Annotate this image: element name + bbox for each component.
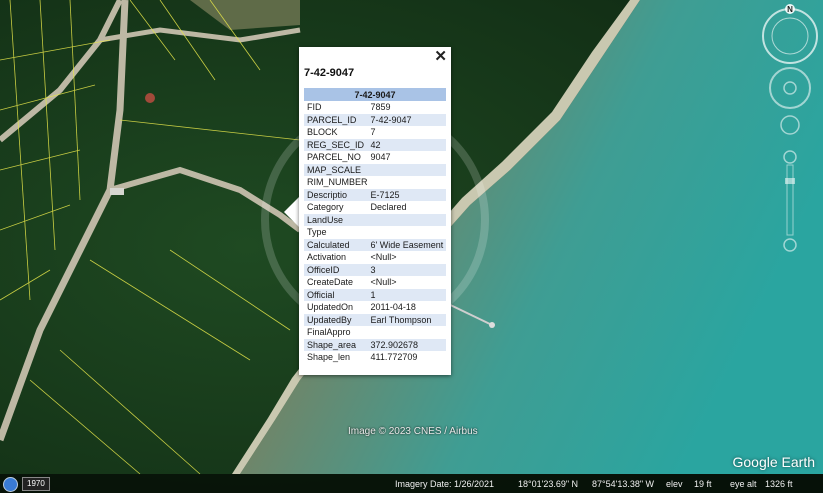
latitude-readout: 18°01'23.69" N (518, 479, 579, 489)
attr-value: 411.772709 (370, 352, 418, 363)
attr-value: <Null> (370, 252, 397, 263)
attr-value (367, 213, 446, 226)
attr-key: Official (304, 288, 368, 301)
attr-key: Shape_len (307, 352, 351, 363)
attr-value: 7859 (370, 102, 391, 113)
attr-key: CreateDate (307, 277, 354, 288)
attr-value: 1 (367, 288, 446, 301)
attr-key: PARCEL_ID (304, 113, 368, 126)
attr-value (367, 163, 446, 176)
parcel-info-popup: ✕ 7-42-9047 7-42-9047 FID 7859 PARCEL_ID 7… (299, 47, 451, 375)
attr-key: UpdatedOn (307, 302, 354, 313)
attr-key: Type (307, 227, 327, 238)
attr-key: OfficeID (304, 263, 368, 276)
elevation-value: 19 ft (694, 479, 712, 489)
attr-key: UpdatedBy (304, 313, 368, 326)
eye-altitude-value: 1326 ft (765, 479, 793, 489)
attr-value: 2011-04-18 (370, 302, 416, 313)
attr-value: 9047 (370, 152, 391, 163)
attr-value: Earl Thompson (367, 313, 446, 326)
attr-key: BLOCK (307, 127, 338, 138)
attr-key: Category (307, 202, 344, 213)
historical-year-label[interactable]: 1970 (22, 477, 50, 491)
historical-imagery-icon[interactable] (3, 477, 18, 492)
attr-key: Shape_area (304, 338, 368, 351)
google-earth-logo: Google Earth (732, 454, 816, 470)
attr-value: E-7125 (367, 188, 446, 201)
attr-value: 7-42-9047 (367, 113, 446, 126)
attr-value: 372.902678 (367, 338, 446, 351)
attr-key: LandUse (304, 213, 368, 226)
attr-value (368, 326, 446, 339)
attr-key: PARCEL_NO (307, 152, 361, 163)
attr-key: Descriptio (304, 188, 368, 201)
longitude-readout: 87°54'13.38" W (592, 479, 655, 489)
attr-key: REG_SEC_ID (304, 138, 368, 151)
compass-north-label: N (787, 5, 793, 14)
imagery-copyright: Image © 2023 CNES / Airbus (348, 426, 478, 437)
attr-value: Declared (370, 202, 407, 213)
attr-value: 7 (370, 127, 376, 138)
attr-value (368, 226, 446, 239)
imagery-date: Imagery Date: 1/26/2021 (395, 479, 495, 489)
attr-value (368, 176, 446, 189)
attr-key: MAP_SCALE (304, 163, 368, 176)
attribute-table-header: 7-42-9047 (304, 88, 446, 101)
attr-value: 3 (367, 263, 446, 276)
attr-key: FID (307, 102, 322, 113)
attribute-table: 7-42-9047 FID 7859 PARCEL_ID 7-42-9047 BLO… (304, 88, 446, 364)
popup-title: 7-42-9047 (304, 67, 355, 79)
attr-key: FinalAppro (307, 327, 351, 338)
attr-value: <Null> (370, 277, 397, 288)
attr-key: Calculated (304, 238, 368, 251)
popup-tail (284, 196, 300, 228)
attr-value: 6' Wide Easement (367, 238, 446, 251)
close-icon[interactable]: ✕ (434, 49, 447, 65)
attr-value: 42 (367, 138, 446, 151)
attr-key: RIM_NUMBER (307, 177, 368, 188)
elevation-label: elev (666, 479, 683, 489)
eye-altitude-label: eye alt (730, 479, 757, 489)
attr-key: Activation (307, 252, 347, 263)
